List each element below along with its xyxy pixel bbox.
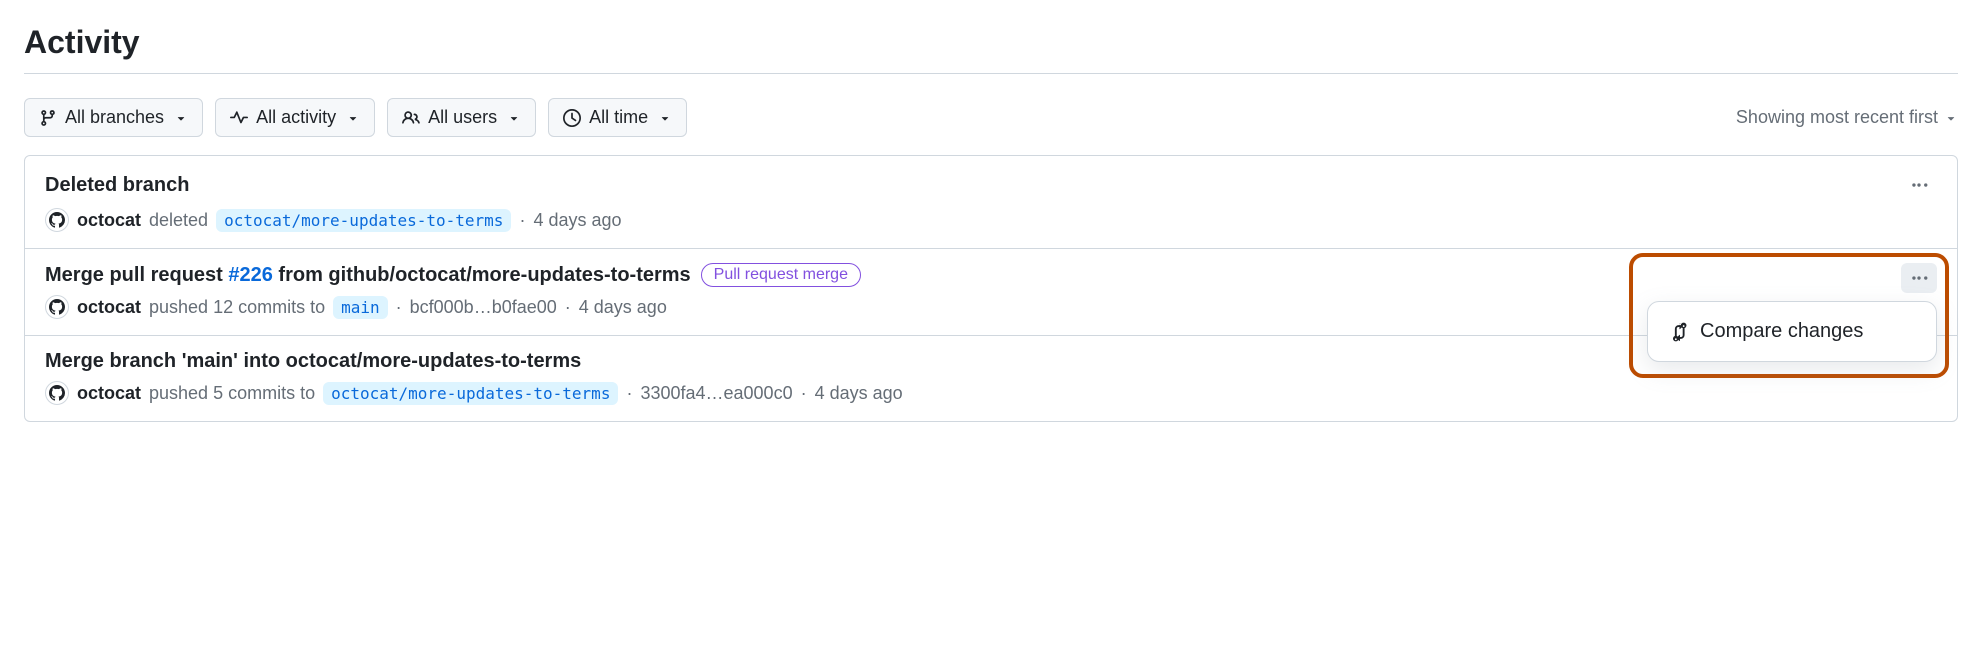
activity-verb: pushed 5 commits to <box>149 383 315 404</box>
branch-icon <box>39 109 57 127</box>
branch-chip[interactable]: main <box>333 296 388 319</box>
caret-down-icon <box>507 111 521 125</box>
activity-verb: pushed 12 commits to <box>149 297 325 318</box>
item-actions-button[interactable] <box>1901 263 1937 293</box>
separator: · <box>626 383 632 404</box>
kebab-icon <box>1910 176 1928 194</box>
pulse-icon <box>230 109 248 127</box>
title-text: from github/octocat/more-updates-to-term… <box>273 264 691 286</box>
avatar[interactable] <box>45 208 69 232</box>
filter-time-button[interactable]: All time <box>548 98 687 137</box>
activity-title: Deleted branch <box>45 174 189 197</box>
sort-order-label: Showing most recent first <box>1736 107 1938 128</box>
filter-users-label: All users <box>428 107 497 128</box>
activity-verb: deleted <box>149 210 208 231</box>
branch-chip[interactable]: octocat/more-updates-to-terms <box>323 382 618 405</box>
sort-order-button[interactable]: Showing most recent first <box>1736 107 1958 128</box>
activity-item: Deleted branch octocat deleted octocat/m… <box>25 156 1957 249</box>
activity-item: Merge pull request #226 from github/octo… <box>25 249 1957 336</box>
commit-sha[interactable]: 3300fa4…ea000c0 <box>640 383 792 404</box>
commit-sha[interactable]: bcf000b…b0fae00 <box>410 297 557 318</box>
caret-down-icon <box>346 111 360 125</box>
filter-activity-button[interactable]: All activity <box>215 98 375 137</box>
activity-item: Merge branch 'main' into octocat/more-up… <box>25 336 1957 421</box>
timestamp: 4 days ago <box>815 383 903 404</box>
username-link[interactable]: octocat <box>77 383 141 404</box>
filter-time-label: All time <box>589 107 648 128</box>
separator: · <box>396 297 402 318</box>
page-title: Activity <box>24 24 1958 74</box>
filter-branches-button[interactable]: All branches <box>24 98 203 137</box>
activity-title: Merge pull request #226 from github/octo… <box>45 264 691 287</box>
separator: · <box>801 383 807 404</box>
username-link[interactable]: octocat <box>77 297 141 318</box>
timestamp: 4 days ago <box>579 297 667 318</box>
activity-title: Merge branch 'main' into octocat/more-up… <box>45 350 581 373</box>
filter-branches-label: All branches <box>65 107 164 128</box>
pr-merge-badge: Pull request merge <box>701 263 861 287</box>
clock-icon <box>563 109 581 127</box>
kebab-icon <box>1910 269 1928 287</box>
caret-down-icon <box>1944 111 1958 125</box>
filter-users-button[interactable]: All users <box>387 98 536 137</box>
timestamp: 4 days ago <box>533 210 621 231</box>
users-icon <box>402 109 420 127</box>
separator: · <box>565 297 571 318</box>
branch-chip[interactable]: octocat/more-updates-to-terms <box>216 209 511 232</box>
username-link[interactable]: octocat <box>77 210 141 231</box>
caret-down-icon <box>174 111 188 125</box>
caret-down-icon <box>658 111 672 125</box>
activity-list: Deleted branch octocat deleted octocat/m… <box>24 155 1958 422</box>
pr-number-link[interactable]: #226 <box>228 264 273 286</box>
avatar[interactable] <box>45 295 69 319</box>
separator: · <box>519 210 525 231</box>
avatar[interactable] <box>45 381 69 405</box>
filter-bar: All branches All activity All users All … <box>24 98 1958 137</box>
filter-activity-label: All activity <box>256 107 336 128</box>
item-actions-button[interactable] <box>1901 170 1937 200</box>
title-text: Merge pull request <box>45 264 228 286</box>
